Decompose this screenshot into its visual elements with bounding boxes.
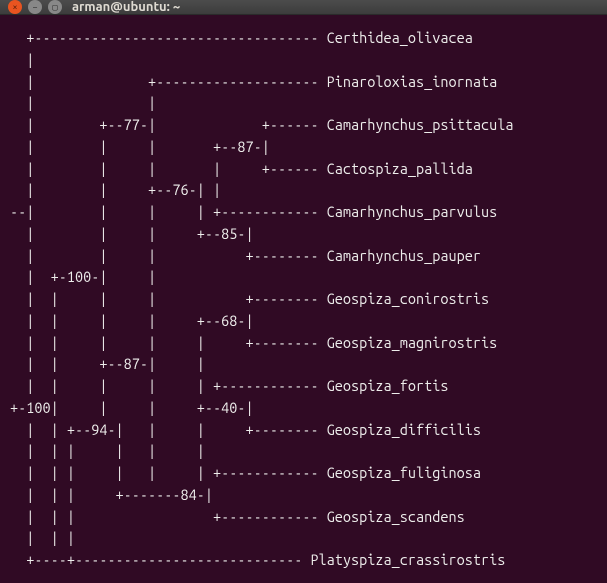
tree-line: | <box>10 51 34 68</box>
tree-line: | | +--76-| | <box>10 181 221 198</box>
window-title: arman@ubuntu: ~ <box>72 0 180 14</box>
tree-line: | | | +-------- Camarhynchus_pauper <box>10 247 481 264</box>
tree-line: +----+---------------------------- Platy… <box>10 551 505 568</box>
tree-line: | | | | | | <box>10 442 205 459</box>
titlebar[interactable]: × − ▢ arman@ubuntu: ~ <box>0 0 607 15</box>
tree-line: | | <box>10 94 156 111</box>
tree-line: | | | | | +------------ Geospiza_fortis <box>10 377 448 394</box>
tree-line: | | | | | +-------- Geospiza_magnirostri… <box>10 334 497 351</box>
tree-line: | | | | +------ Cactospiza_pallida <box>10 160 473 177</box>
tree-line: --| | | | +------------ Camarhynchus_par… <box>10 203 497 220</box>
tree-line: | | +--94-| | | +-------- Geospiza_diffi… <box>10 421 481 438</box>
tree-line: | +--77-| +------ Camarhynchus_psittacul… <box>10 116 513 133</box>
tree-line: | | | | +-------- Geospiza_conirostris <box>10 290 489 307</box>
tree-line: | | | | | | +------------ Geospiza_fulig… <box>10 464 481 481</box>
tree-line: +-100| | | +--40-| <box>10 399 254 416</box>
tree-line: | +-100-| | <box>10 268 156 285</box>
tree-line: | | | <box>10 529 75 546</box>
tree-line: | | | +--85-| <box>10 225 254 242</box>
close-icon[interactable]: × <box>8 0 22 14</box>
maximize-icon[interactable]: ▢ <box>48 0 62 14</box>
minimize-icon[interactable]: − <box>28 0 42 14</box>
tree-line: | | +--87-| | <box>10 355 205 372</box>
tree-line: | | | +-------84-| <box>10 486 213 503</box>
tree-line: | | | +--87-| <box>10 138 270 155</box>
tree-line: +----------------------------------- Cer… <box>10 29 473 46</box>
tree-line: | +-------------------- Pinaroloxias_ino… <box>10 73 497 90</box>
window-controls: × − ▢ <box>8 0 62 14</box>
terminal-window: × − ▢ arman@ubuntu: ~ +-----------------… <box>0 0 607 517</box>
tree-line: | | | +------------ Geospiza_scandens <box>10 508 465 525</box>
terminal-output[interactable]: +----------------------------------- Cer… <box>0 15 607 583</box>
tree-line: | | | | +--68-| <box>10 312 254 329</box>
